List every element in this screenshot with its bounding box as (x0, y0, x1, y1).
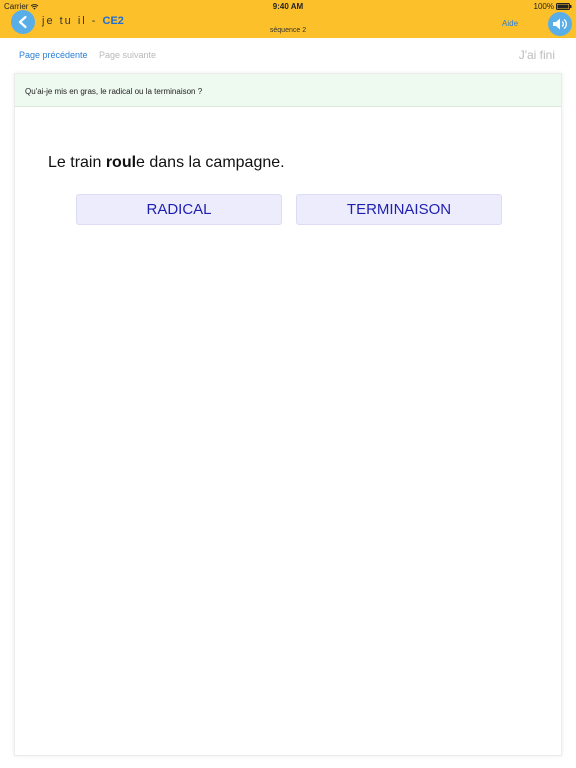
speaker-icon (553, 18, 567, 30)
top-bar: Carrier 9:40 AM 100% je tu il - CE2 séqu… (0, 0, 576, 38)
next-page-link[interactable]: Page suivante (99, 50, 156, 60)
sequence-label: séquence 2 (269, 27, 307, 34)
sentence-bold-part: roul (105, 154, 137, 171)
sound-button[interactable] (548, 12, 572, 36)
sentence-start: Le train (48, 154, 106, 171)
previous-page-link[interactable]: Page précédente (19, 50, 88, 60)
app-title-prefix: je tu il - (42, 15, 103, 27)
app-title-level: CE2 (102, 15, 124, 27)
exercise-card: Qu'ai-je mis en gras, le radical ou la t… (14, 73, 562, 756)
app-title: je tu il - CE2 (42, 15, 124, 27)
exercise-sentence: Le train roule dans la campagne. (48, 154, 285, 172)
battery-percent: 100% (533, 2, 554, 11)
instruction-text: Qu'ai-je mis en gras, le radical ou la t… (15, 74, 561, 107)
battery-icon (556, 3, 572, 10)
page-navigation: Page précédente Page suivante J'ai fini (0, 38, 576, 72)
sentence-end: e dans la campagne. (136, 154, 285, 171)
done-button[interactable]: J'ai fini (519, 48, 555, 62)
radical-button[interactable]: RADICAL (76, 194, 282, 225)
terminaison-button[interactable]: TERMINAISON (296, 194, 502, 225)
clock: 9:40 AM (272, 2, 304, 11)
help-button[interactable]: Aide (502, 19, 518, 28)
